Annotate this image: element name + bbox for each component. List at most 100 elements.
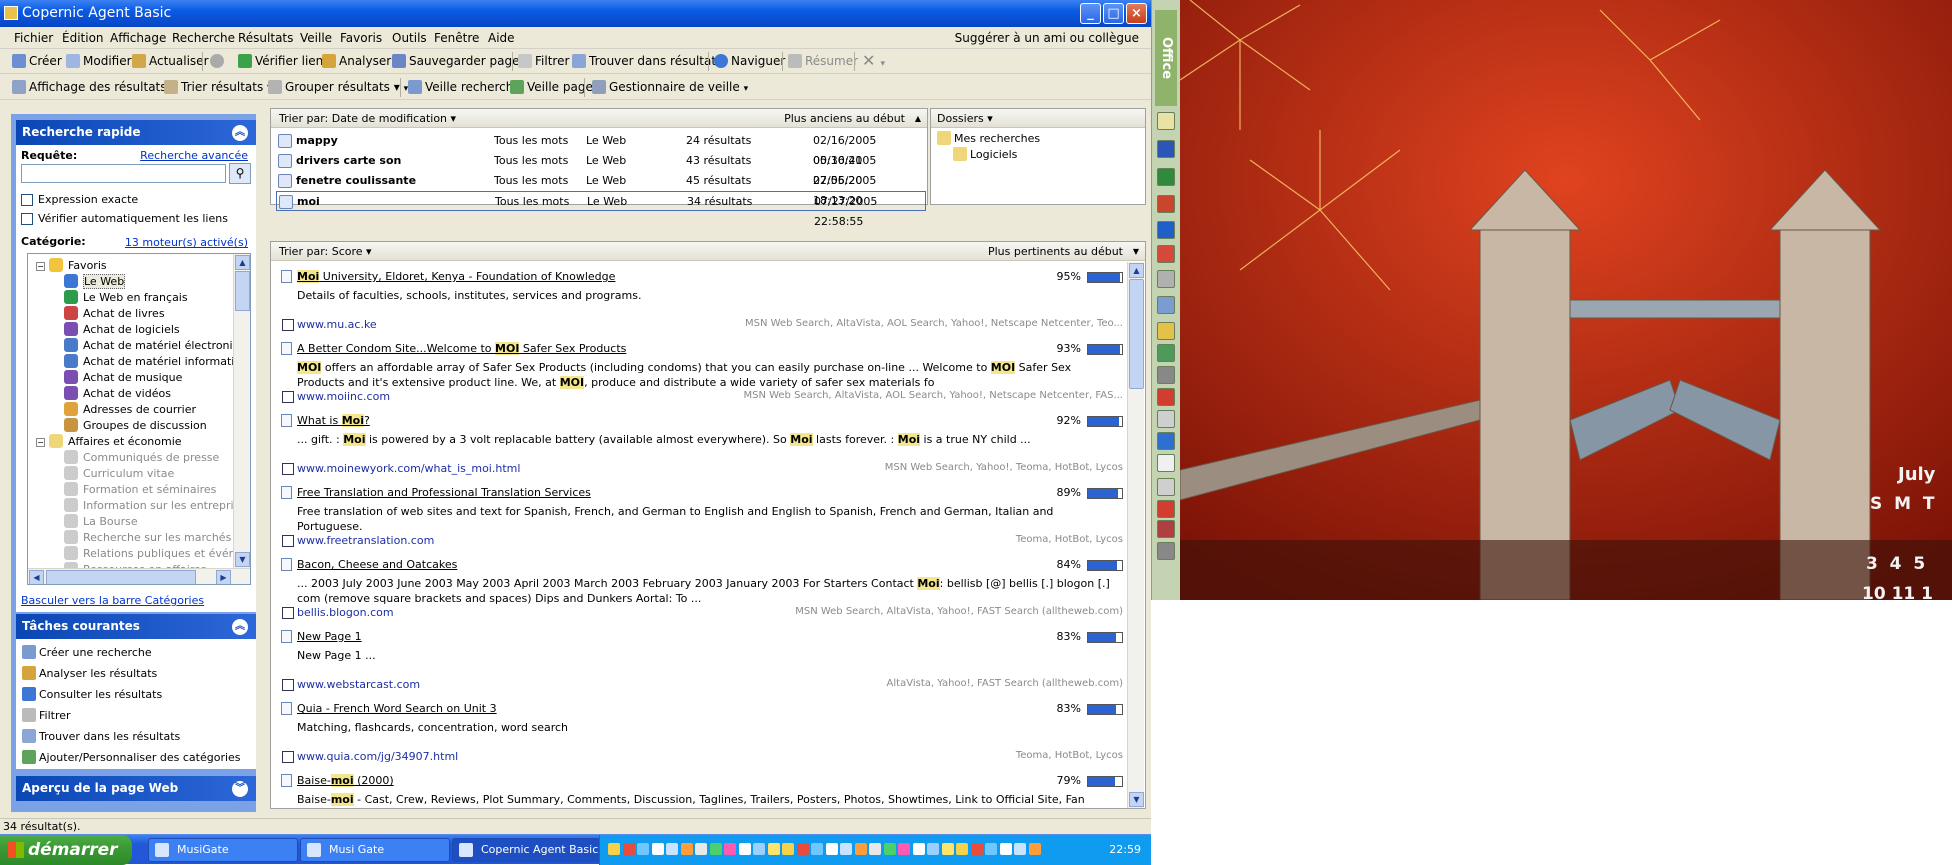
office-app-button[interactable] <box>1157 112 1175 130</box>
tray-icon[interactable] <box>941 843 954 855</box>
search-row[interactable]: drivers carte son Tous les mots Le Web 43 r… <box>276 151 926 187</box>
category-item[interactable]: − Favoris <box>36 258 107 272</box>
sort-results-dropdown[interactable]: Trier résultats ▾ <box>164 80 273 94</box>
result-checkbox[interactable] <box>282 751 294 763</box>
task-item[interactable]: Trouver dans les résultats <box>22 729 180 743</box>
tray-icon[interactable] <box>637 843 649 855</box>
menu-resultats[interactable]: Résultats <box>238 31 293 45</box>
searches-sort-dropdown[interactable]: Trier par: Date de modification ▾ <box>279 109 456 128</box>
office-app-button[interactable] <box>1157 478 1175 496</box>
category-item[interactable]: Curriculum vitae <box>64 466 174 480</box>
office-app-button[interactable] <box>1157 500 1175 518</box>
category-item[interactable]: Relations publiques et événements <box>64 546 250 560</box>
result-title-link[interactable]: Free Translation and Professional Transl… <box>297 486 591 499</box>
category-item[interactable]: La Bourse <box>64 514 138 528</box>
tray-icon[interactable] <box>927 843 939 855</box>
minimize-button[interactable]: _ <box>1080 3 1101 24</box>
office-app-button[interactable] <box>1157 296 1175 314</box>
collapse-icon[interactable]: ︽ <box>232 619 248 635</box>
tray-icon[interactable] <box>985 843 997 855</box>
tray-icon[interactable] <box>840 843 852 855</box>
tray-icon[interactable] <box>666 843 678 855</box>
modify-button[interactable]: Modifier <box>66 54 132 68</box>
category-item[interactable]: Achat de vidéos <box>64 386 171 400</box>
category-item[interactable]: Recherche sur les marchés <box>64 530 231 544</box>
save-pages-button[interactable]: Sauvegarder pages <box>392 54 526 68</box>
result-checkbox[interactable] <box>282 535 294 547</box>
result-item[interactable]: A Better Condom Site...Welcome to MOI Sa… <box>281 342 1123 412</box>
tray-icon[interactable] <box>825 843 838 855</box>
category-tree[interactable]: − Favoris Le Web Le Web en français Achat de… <box>27 253 251 585</box>
category-item[interactable]: Le Web en français <box>64 290 188 304</box>
tray-icon[interactable] <box>1014 843 1026 855</box>
filter-button[interactable]: Filtrer <box>518 54 569 68</box>
category-item[interactable]: Achat de logiciels <box>64 322 180 336</box>
tray-icon[interactable] <box>898 843 910 855</box>
category-item[interactable]: Achat de matériel informatique <box>64 354 250 368</box>
category-item[interactable]: Achat de musique <box>64 370 182 384</box>
tray-icon[interactable] <box>767 843 780 855</box>
result-url[interactable]: www.moiinc.com <box>297 390 390 403</box>
result-url[interactable]: www.webstarcast.com <box>297 678 420 691</box>
menu-affichage[interactable]: Affichage <box>110 31 166 45</box>
office-app-button[interactable] <box>1157 432 1175 450</box>
category-item[interactable]: − Affaires et économie <box>36 434 182 448</box>
refresh-button[interactable]: Actualiser <box>132 54 209 68</box>
search-row[interactable]: mappy Tous les mots Le Web 24 résultats 02/1… <box>276 131 926 167</box>
browse-button[interactable]: Naviguer <box>714 54 785 68</box>
stop-button[interactable] <box>210 54 227 68</box>
tree-collapse-icon[interactable]: − <box>36 262 45 271</box>
menu-recherche[interactable]: Recherche <box>172 31 235 45</box>
office-app-button[interactable] <box>1157 520 1175 538</box>
search-row[interactable]: moi Tous les mots Le Web 34 résultats 07/27/… <box>276 191 926 228</box>
result-url[interactable]: www.quia.com/jg/34907.html <box>297 750 458 763</box>
category-item[interactable]: Information sur les entreprises <box>64 498 250 512</box>
office-app-button[interactable] <box>1157 168 1175 186</box>
create-button[interactable]: Créer <box>12 54 62 68</box>
search-row[interactable]: fenetre coulissante Tous les mots Le Web 45… <box>276 171 926 207</box>
results-view-dropdown[interactable]: Affichage des résultats ▾ <box>12 80 176 94</box>
office-app-button[interactable] <box>1157 344 1175 362</box>
office-app-button[interactable] <box>1157 140 1175 158</box>
tray-icon[interactable] <box>854 843 867 855</box>
office-app-button[interactable] <box>1157 454 1175 472</box>
result-title-link[interactable]: Baise-moi (2000) <box>297 774 394 787</box>
result-url[interactable]: www.moinewyork.com/what_is_moi.html <box>297 462 520 475</box>
tree-scrollbar[interactable]: ▲ ▼ <box>233 254 250 568</box>
page-preview-header[interactable]: Aperçu de la page Web ︾ <box>16 776 256 801</box>
tray-icon[interactable] <box>912 843 925 855</box>
tree-collapse-icon[interactable]: − <box>36 438 45 447</box>
office-app-button[interactable] <box>1157 245 1175 263</box>
task-item[interactable]: Ajouter/Personnaliser des catégories <box>22 750 241 764</box>
taskbar-item-copernic[interactable]: Copernic Agent Basic <box>452 838 602 862</box>
menu-veille[interactable]: Veille <box>300 31 332 45</box>
office-app-button[interactable] <box>1157 322 1175 340</box>
results-order[interactable]: Plus pertinents au début <box>988 242 1123 261</box>
tray-icon[interactable] <box>782 843 794 855</box>
clock[interactable]: 22:59 <box>1109 843 1141 856</box>
tray-icon[interactable] <box>1028 843 1041 855</box>
maximize-button[interactable]: □ <box>1103 3 1124 24</box>
result-title-link[interactable]: Moi University, Eldoret, Kenya - Foundat… <box>297 270 615 283</box>
tracking-manager-button[interactable]: Gestionnaire de veille ▾ <box>592 80 748 94</box>
title-bar[interactable]: Copernic Agent Basic _ □ × <box>0 0 1151 27</box>
tray-icon[interactable] <box>970 843 983 855</box>
office-app-button[interactable] <box>1157 221 1175 239</box>
result-checkbox[interactable] <box>282 319 294 331</box>
office-app-button[interactable] <box>1157 542 1175 560</box>
summarize-button[interactable]: Résumer <box>788 54 858 68</box>
scroll-thumb[interactable] <box>235 271 250 311</box>
close-button[interactable]: × <box>1126 3 1147 24</box>
start-button[interactable]: démarrer <box>0 835 132 865</box>
folder-logiciels[interactable]: Logiciels <box>953 147 1017 161</box>
task-item[interactable]: Créer une recherche <box>22 645 152 659</box>
find-in-results-button[interactable]: Trouver dans résultats <box>572 54 722 68</box>
scroll-up-icon[interactable]: ▲ <box>1129 263 1144 278</box>
office-app-button[interactable] <box>1157 195 1175 213</box>
menu-fichier[interactable]: Fichier <box>14 31 53 45</box>
menu-fenetre[interactable]: Fenêtre <box>434 31 479 45</box>
engines-link[interactable]: 13 moteur(s) activé(s) <box>125 236 248 249</box>
tree-h-scrollbar[interactable]: ◀ ▶ <box>28 568 250 584</box>
result-title-link[interactable]: New Page 1 <box>297 630 362 643</box>
category-item[interactable]: Le Web <box>64 274 126 289</box>
